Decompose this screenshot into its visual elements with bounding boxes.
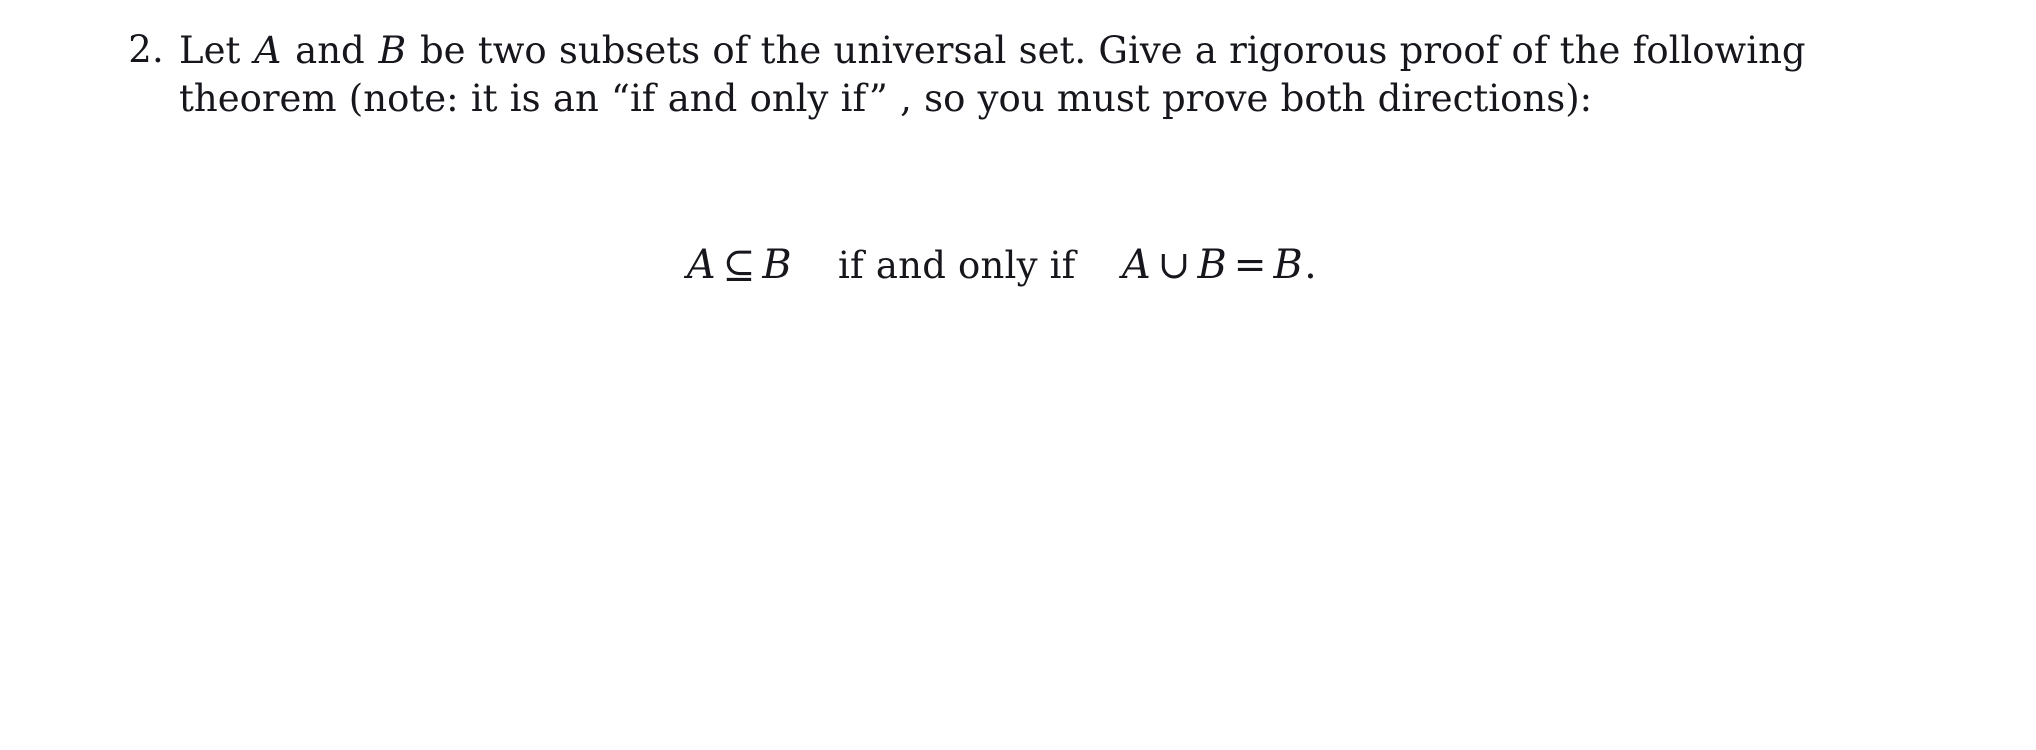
equation-lhs-variable-a: A xyxy=(686,242,716,288)
equation-inner: A ⊆ Bif and only if A ∪ B = B. xyxy=(685,238,1317,293)
problem-number: 2. xyxy=(128,28,164,71)
statement-text-tail: be two subsets of the universal set. Giv… xyxy=(407,29,1806,72)
equation-connective: if and only if xyxy=(838,244,1076,287)
document-page: 2. Let A and B be two subsets of the uni… xyxy=(0,0,2036,750)
equals-operator: = xyxy=(1233,243,1267,288)
math-variable-b-intro: B xyxy=(378,28,407,72)
statement-text-conjunction: and xyxy=(282,29,377,72)
equation-result-variable-b: B xyxy=(1273,242,1303,288)
equation-period: . xyxy=(1304,243,1317,288)
subset-or-equal-operator: ⊆ xyxy=(722,243,756,288)
statement-text-lead: Let xyxy=(179,29,253,72)
equation-rhs-variable-b: B xyxy=(1197,242,1227,288)
equation-rhs-variable-a: A xyxy=(1122,242,1151,288)
problem-body: Let A and B be two subsets of the univer… xyxy=(179,26,2012,123)
displayed-equation: A ⊆ Bif and only if A ∪ B = B. xyxy=(0,238,2036,293)
union-operator: ∪ xyxy=(1157,243,1191,288)
problem-item-2: 2. Let A and B be two subsets of the uni… xyxy=(112,26,2012,123)
problem-statement-line-2: theorem (note: it is an “if and only if”… xyxy=(179,77,1593,120)
math-variable-a-intro: A xyxy=(254,28,282,72)
problem-statement-line-1: Let A and B be two subsets of the univer… xyxy=(179,26,2012,75)
equation-lhs-variable-b: B xyxy=(762,242,792,288)
problem-statement: Let A and B be two subsets of the univer… xyxy=(179,26,2012,123)
